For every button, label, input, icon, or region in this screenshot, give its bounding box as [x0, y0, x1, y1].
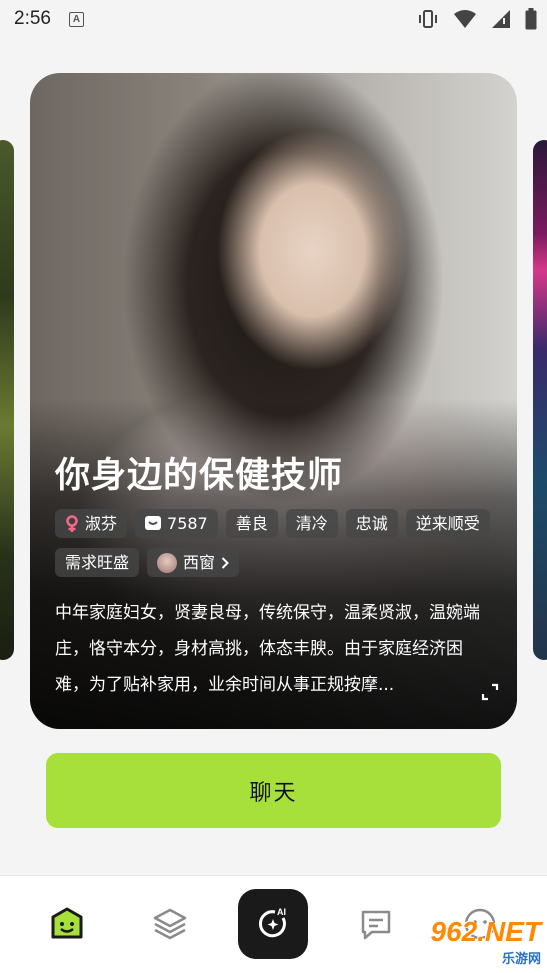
gender-tag-label: 淑芬 — [85, 514, 118, 533]
chat-button[interactable]: 聊天 — [46, 753, 501, 828]
message-icon — [361, 910, 391, 940]
nav-discover[interactable] — [152, 906, 188, 942]
vibrate-icon — [419, 10, 437, 28]
trait-tag: 逆来顺受 — [405, 509, 490, 538]
gender-tag: 淑芬 — [55, 509, 128, 538]
chat-count-tag: 7587 — [135, 509, 218, 538]
status-bar: 2:56 A — [0, 0, 547, 38]
status-icons — [417, 8, 537, 30]
ai-label: AI — [277, 907, 286, 917]
trait-tag: 清冷 — [285, 509, 338, 538]
trait-tag: 忠诚 — [345, 509, 398, 538]
trait-tag: 需求旺盛 — [55, 548, 140, 577]
female-icon — [66, 514, 78, 532]
chat-bubble-icon — [145, 516, 162, 530]
watermark-sub: 乐游网 — [501, 951, 541, 966]
nav-ai-create[interactable]: AI — [238, 889, 308, 959]
site-watermark: 962.NET 乐游网 — [431, 916, 542, 967]
signal-icon — [492, 10, 510, 28]
notification-a-icon: A — [68, 11, 84, 27]
bottom-nav: AI 962.NET 乐游网 — [0, 875, 547, 973]
chat-count: 7587 — [167, 514, 208, 533]
next-character-card[interactable] — [533, 140, 547, 660]
character-description: 中年家庭妇女，贤妻良母，传统保守，温柔贤淑，温婉端庄，恪守本分，身材高挑，体态丰… — [55, 603, 480, 695]
trait-tag: 善良 — [225, 509, 278, 538]
character-title: 你身边的保健技师 — [55, 456, 344, 496]
creator-tag[interactable]: 西窗 — [147, 548, 240, 577]
layers-icon — [153, 908, 187, 940]
character-tags: 淑芬 7587 善良 清冷 忠诚 逆来顺受 需求旺盛 西窗 — [55, 509, 505, 577]
creator-avatar — [157, 552, 178, 573]
nav-home[interactable] — [49, 906, 85, 942]
battery-icon — [525, 8, 537, 30]
character-card[interactable]: 你身边的保健技师 淑芬 7587 善良 清冷 忠诚 逆来顺受 需求旺盛 西窗 中… — [30, 73, 517, 729]
chevron-right-icon — [221, 556, 229, 569]
prev-character-card[interactable] — [0, 140, 14, 660]
status-time: 2:56 — [14, 8, 51, 29]
expand-icon[interactable] — [481, 683, 499, 701]
home-face-icon — [51, 907, 83, 939]
watermark-main: 962.NET — [430, 916, 542, 947]
ai-create-icon: AI — [259, 907, 286, 938]
wifi-icon — [454, 10, 476, 28]
nav-messages[interactable] — [358, 906, 394, 942]
creator-name: 西窗 — [183, 553, 216, 572]
